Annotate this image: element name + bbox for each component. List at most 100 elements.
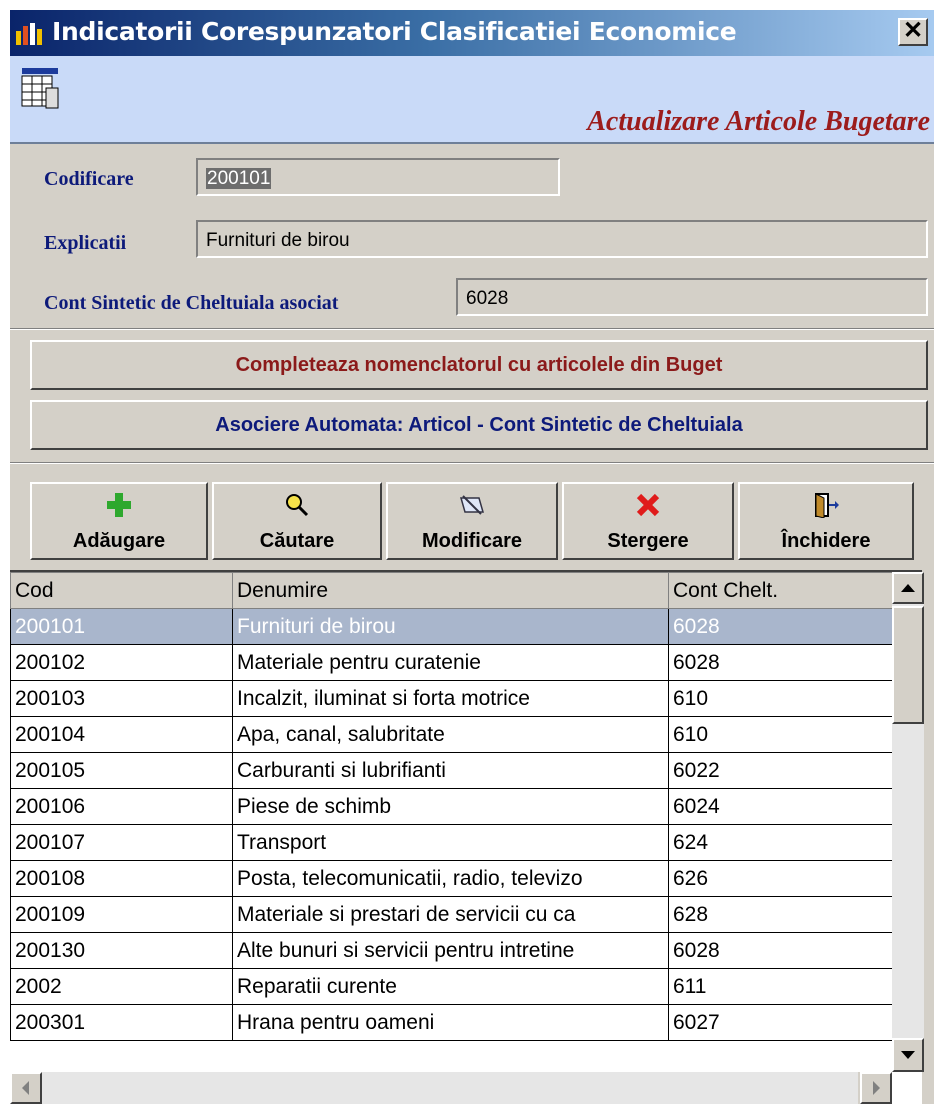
header-banner: Actualizare Articole Bugetare [10,56,934,144]
edit-icon [460,495,484,515]
column-header-cod[interactable]: Cod [10,572,233,609]
cell-cod: 200101 [10,608,233,645]
bar-chart-icon [16,23,42,45]
cell-denumire: Posta, telecomunicatii, radio, televizo [232,860,669,897]
cell-denumire: Alte bunuri si servicii pentru intretine [232,932,669,969]
exit-door-icon [815,493,839,518]
table-row[interactable]: 200102 Materiale pentru curatenie 6028 [10,644,893,681]
cell-cod: 200105 [10,752,233,789]
cell-cod: 200107 [10,824,233,861]
table-row[interactable]: 200101 Furnituri de birou 6028 [10,608,893,645]
cell-cod: 200130 [10,932,233,969]
plus-icon [107,493,131,517]
codificare-value: 200101 [206,168,272,189]
cell-cont: 6028 [668,644,893,681]
table-row[interactable]: 200106 Piese de schimb 6024 [10,788,893,825]
cell-denumire: Transport [232,824,669,861]
codificare-label: Codificare [44,168,134,190]
cell-cont: 6027 [668,1004,893,1041]
horizontal-scrollbar[interactable] [10,1072,892,1104]
column-header-cont-chelt[interactable]: Cont Chelt. [668,572,893,609]
separator [10,462,934,464]
cell-cod: 2002 [10,968,233,1005]
cell-cont: 626 [668,860,893,897]
title-bar: Indicatorii Corespunzatori Clasificatiei… [10,10,934,56]
table-row[interactable]: 200107 Transport 624 [10,824,893,861]
modificare-label: Modificare [421,530,523,552]
cell-cod: 200301 [10,1004,233,1041]
separator [10,328,934,330]
cell-cod: 200104 [10,716,233,753]
cell-denumire: Apa, canal, salubritate [232,716,669,753]
explicatii-field[interactable]: Furnituri de birou [196,220,928,258]
cell-denumire: Materiale pentru curatenie [232,644,669,681]
table-form-icon [21,68,59,109]
cell-cont: 624 [668,824,893,861]
asociere-label: Asociere Automata: Articol - Cont Sintet… [215,414,743,436]
window: Indicatorii Corespunzatori Clasificatiei… [10,10,934,1104]
cell-denumire: Incalzit, iluminat si forta motrice [232,680,669,717]
stergere-button[interactable]: Stergere [562,482,734,560]
cont-sintetic-field[interactable]: 6028 [456,278,928,316]
scroll-thumb[interactable] [892,606,924,724]
cont-sintetic-label: Cont Sintetic de Cheltuiala asociat [44,292,339,314]
cell-cod: 200106 [10,788,233,825]
arrow-right-icon [873,1081,880,1095]
window-title: Indicatorii Corespunzatori Clasificatiei… [52,17,737,46]
arrow-up-icon [901,584,915,592]
cell-cont: 610 [668,716,893,753]
table-row[interactable]: 200103 Incalzit, iluminat si forta motric… [10,680,893,717]
form-subtitle: Actualizare Articole Bugetare [587,106,930,137]
arrow-left-icon [22,1081,29,1095]
adaugare-button[interactable]: Adăugare [30,482,208,560]
cautare-label: Căutare [259,530,335,552]
articles-table: Cod Denumire Cont Chelt. 200101 Furnituri… [10,572,893,1041]
table-row[interactable]: 200109 Materiale si prestari de servicii … [10,896,893,933]
arrow-down-icon [901,1051,915,1059]
close-button[interactable]: ✕ [898,18,928,46]
cell-cod: 200103 [10,680,233,717]
cell-cod: 200108 [10,860,233,897]
cell-denumire: Materiale si prestari de servicii cu ca [232,896,669,933]
scroll-left-button[interactable] [10,1072,42,1104]
scroll-up-button[interactable] [892,572,924,604]
vertical-scrollbar[interactable] [892,572,924,1072]
cell-denumire: Reparatii curente [232,968,669,1005]
cell-cont: 628 [668,896,893,933]
table-row[interactable]: 200301 Hrana pentru oameni 6027 [10,1004,893,1041]
horizontal-scroll-track[interactable] [42,1072,858,1104]
table-row[interactable]: 200130 Alte bunuri si servicii pentru int… [10,932,893,969]
cell-cod: 200109 [10,896,233,933]
completeaza-label: Completeaza nomenclatorul cu articolele … [235,354,723,376]
cell-cont: 6028 [668,608,893,645]
articles-grid: Cod Denumire Cont Chelt. 200101 Furnituri… [10,570,922,1104]
completeaza-nomenclator-button[interactable]: Completeaza nomenclatorul cu articolele … [30,340,928,390]
stergere-label: Stergere [607,530,689,552]
cautare-button[interactable]: Căutare [212,482,382,560]
cell-denumire: Furnituri de birou [232,608,669,645]
table-row[interactable]: 200105 Carburanti si lubrifianti 6022 [10,752,893,789]
table-header-row: Cod Denumire Cont Chelt. [10,572,893,609]
cell-cont: 610 [668,680,893,717]
table-row[interactable]: 2002 Reparatii curente 611 [10,968,893,1005]
table-row[interactable]: 200104 Apa, canal, salubritate 610 [10,716,893,753]
inchidere-button[interactable]: Închidere [738,482,914,560]
adaugare-label: Adăugare [72,530,166,552]
cell-cont: 6028 [668,932,893,969]
inchidere-label: Închidere [781,530,871,552]
cell-denumire: Hrana pentru oameni [232,1004,669,1041]
cell-cont: 611 [668,968,893,1005]
table-row[interactable]: 200108 Posta, telecomunicatii, radio, tel… [10,860,893,897]
modificare-button[interactable]: Modificare [386,482,558,560]
scroll-right-button[interactable] [860,1072,892,1104]
explicatii-label: Explicatii [44,232,127,254]
codificare-field[interactable]: 200101 [196,158,560,196]
delete-icon [636,493,660,517]
cell-cont: 6024 [668,788,893,825]
column-header-denumire[interactable]: Denumire [232,572,669,609]
asociere-automata-button[interactable]: Asociere Automata: Articol - Cont Sintet… [30,400,928,450]
search-icon [286,494,309,517]
cell-denumire: Piese de schimb [232,788,669,825]
cell-cont: 6022 [668,752,893,789]
scroll-down-button[interactable] [892,1038,924,1072]
